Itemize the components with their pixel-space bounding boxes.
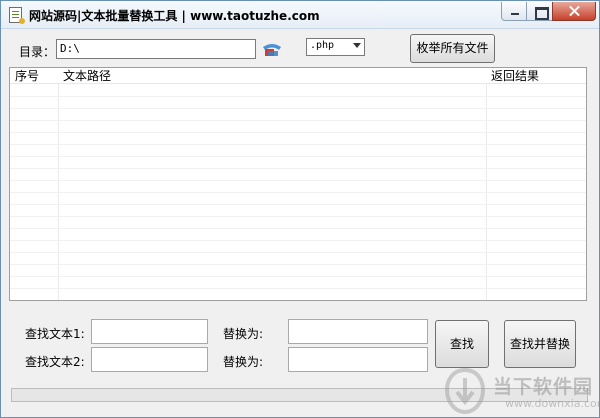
column-header-path[interactable]: 文本路径 — [63, 69, 111, 83]
find-text-1-input[interactable] — [91, 319, 208, 344]
table-body[interactable] — [10, 85, 586, 300]
table-header: 序号 文本路径 返回结果 — [10, 68, 586, 84]
app-window: 网站源码|文本批量替换工具 | www.taotuzhe.com 目录： D:\… — [0, 0, 600, 418]
window-title: 网站源码|文本批量替换工具 | www.taotuzhe.com — [29, 9, 320, 23]
replace-2-label: 替换为: — [223, 355, 264, 369]
column-header-index[interactable]: 序号 — [15, 69, 39, 83]
extension-select[interactable]: .php — [306, 38, 365, 56]
find-text-2-input[interactable] — [91, 347, 208, 372]
find-button[interactable]: 查找 — [435, 320, 489, 368]
close-button[interactable] — [552, 2, 596, 21]
directory-label: 目录： — [19, 45, 56, 59]
chevron-down-icon — [353, 43, 361, 48]
maximize-button[interactable] — [526, 2, 553, 21]
progress-bar — [11, 388, 588, 402]
replace-1-label: 替换为: — [223, 327, 264, 341]
minimize-button[interactable] — [501, 2, 527, 21]
find-text-1-label: 查找文本1: — [25, 327, 85, 341]
enumerate-files-button[interactable]: 枚举所有文件 — [410, 34, 495, 63]
replace-1-input[interactable] — [288, 319, 428, 344]
results-table[interactable]: 序号 文本路径 返回结果 — [9, 67, 587, 301]
directory-input[interactable]: D:\ — [56, 39, 256, 59]
text-document-icon — [9, 7, 25, 24]
replace-2-input[interactable] — [288, 347, 428, 372]
title-bar[interactable]: 网站源码|文本批量替换工具 | www.taotuzhe.com — [1, 1, 599, 29]
extension-value: .php — [310, 40, 335, 51]
find-text-2-label: 查找文本2: — [25, 355, 85, 369]
folder-browse-icon[interactable] — [262, 41, 282, 57]
find-and-replace-button[interactable]: 查找并替换 — [504, 320, 576, 368]
column-header-result[interactable]: 返回结果 — [491, 69, 539, 83]
